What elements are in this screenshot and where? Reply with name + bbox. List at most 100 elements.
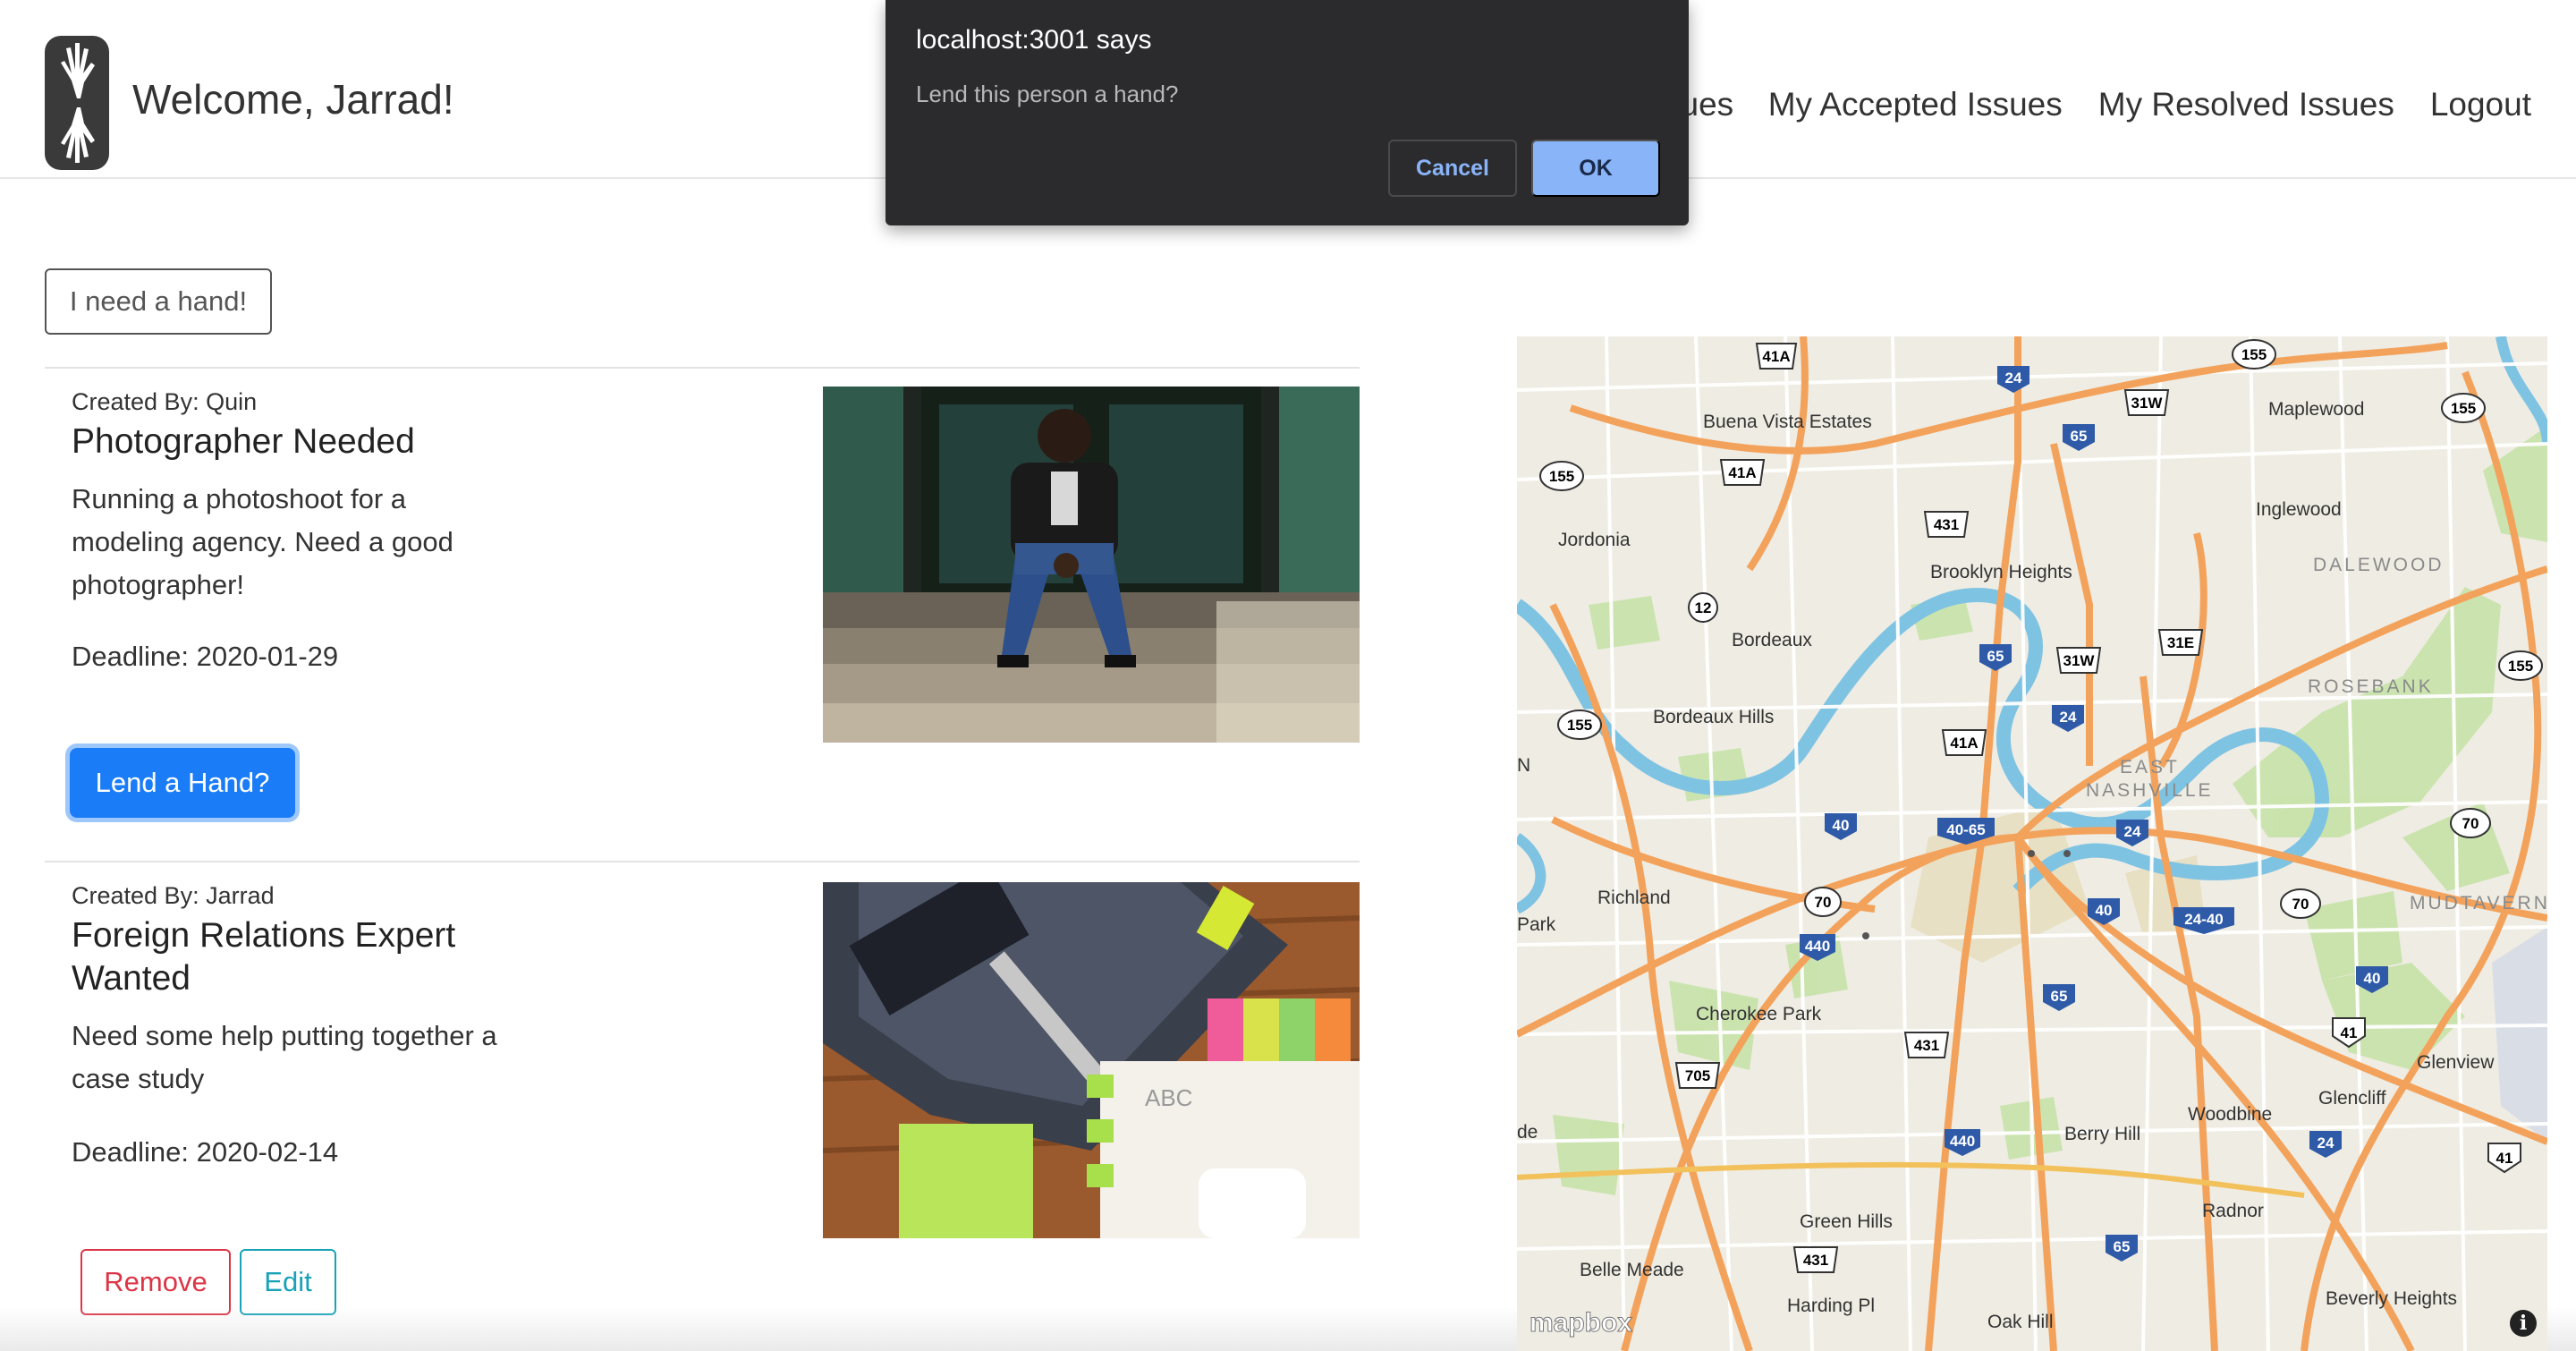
route-shield: 31W	[2123, 389, 2170, 416]
map-label: Harding Pl	[1787, 1296, 1876, 1316]
route-shield: 24	[1997, 366, 2029, 393]
route-shield: 705	[1674, 1062, 1721, 1089]
route-shield: 40	[1825, 813, 1857, 840]
map-label: NASHVILLE	[2086, 780, 2214, 801]
svg-text:24-40: 24-40	[2184, 911, 2223, 928]
svg-text:41A: 41A	[1762, 348, 1790, 365]
map-label: Jordonia	[1558, 530, 1631, 550]
route-shield: 40	[2088, 898, 2120, 925]
svg-text:31W: 31W	[2131, 395, 2164, 412]
mapbox-logo[interactable]: mapbox	[1529, 1308, 1632, 1338]
svg-text:40: 40	[2364, 970, 2381, 987]
svg-text:155: 155	[2508, 658, 2533, 675]
svg-text:70: 70	[2462, 815, 2479, 832]
svg-text:40-65: 40-65	[1946, 821, 1985, 838]
route-shield: 65	[2043, 984, 2075, 1011]
map-label: Maplewood	[2268, 399, 2365, 420]
remove-button[interactable]: Remove	[80, 1249, 231, 1315]
route-shield: 431	[1792, 1246, 1839, 1273]
svg-text:440: 440	[1805, 938, 1830, 955]
route-shield: 41A	[1755, 343, 1798, 370]
confirm-dialog: localhost:3001 says Lend this person a h…	[886, 0, 1689, 225]
dialog-cancel-button[interactable]: Cancel	[1388, 140, 1517, 197]
map-label: ROSEBANK	[2308, 676, 2434, 697]
route-shield: 65	[2063, 424, 2095, 451]
route-shield: 155	[1539, 461, 1584, 491]
issue-description: Running a photoshoot for a modeling agen…	[72, 483, 453, 600]
welcome-message: Welcome, Jarrad!	[132, 76, 454, 123]
route-shield: 31E	[2157, 629, 2204, 656]
map-view[interactable]: 41A 24 155 31W 155 155 41A 65 431 12 65 …	[1517, 336, 2547, 1351]
nav-links: My Accepted Issues My Resolved Issues Lo…	[1768, 86, 2531, 123]
svg-text:31E: 31E	[2167, 634, 2194, 651]
map-label: Woodbine	[2188, 1104, 2273, 1125]
svg-text:31W: 31W	[2063, 652, 2096, 669]
svg-text:41: 41	[2496, 1150, 2513, 1167]
edit-button[interactable]: Edit	[240, 1249, 336, 1315]
issue-created-by: Created By: Jarrad	[72, 882, 275, 909]
map-label: Bordeaux	[1732, 630, 1812, 650]
lend-a-hand-button[interactable]: Lend a Hand?	[70, 748, 295, 818]
map-label: Cherokee Park	[1696, 1004, 1822, 1024]
route-shield: 31W	[2055, 647, 2102, 674]
map-label: N	[1517, 755, 1531, 776]
issue-created-by: Created By: Quin	[72, 388, 258, 415]
route-shield: 70	[1804, 887, 1842, 917]
map-label: Inglewood	[2256, 499, 2342, 520]
issue-title: Photographer Needed	[72, 422, 415, 461]
issue-title: Foreign Relations Expert Wanted	[72, 916, 456, 998]
issue-deadline: Deadline: 2020-01-29	[72, 641, 339, 672]
map-label: Glencliff	[2318, 1088, 2386, 1109]
svg-text:24: 24	[2005, 370, 2022, 387]
svg-text:24: 24	[2318, 1134, 2334, 1151]
map-label: Buena Vista Estates	[1703, 412, 1872, 432]
svg-text:431: 431	[1803, 1252, 1828, 1269]
svg-text:431: 431	[1934, 516, 1959, 533]
svg-text:155: 155	[2451, 400, 2476, 417]
route-shield: 41A	[1941, 729, 1987, 756]
dialog-ok-button[interactable]: OK	[1531, 140, 1660, 197]
route-shield: 65	[1979, 644, 2012, 671]
map-label: de	[1517, 1122, 1538, 1143]
map-label: Green Hills	[1800, 1211, 1893, 1232]
map-label: Berry Hill	[2064, 1124, 2141, 1144]
svg-text:40: 40	[2096, 902, 2113, 919]
route-shield: 65	[2106, 1235, 2138, 1262]
route-shield: 24	[2309, 1131, 2342, 1158]
issue-photo-photographer	[823, 387, 1360, 743]
svg-text:65: 65	[2071, 428, 2088, 445]
route-shield: 12	[1688, 592, 1718, 623]
route-shield: 70	[2450, 808, 2491, 838]
nav-link-logout[interactable]: Logout	[2430, 86, 2531, 123]
route-shield: 24	[2116, 820, 2148, 846]
route-shield: 41A	[1719, 459, 1766, 486]
svg-text:24: 24	[2124, 823, 2141, 840]
svg-text:155: 155	[1567, 717, 1592, 734]
issue-deadline: Deadline: 2020-02-14	[72, 1136, 339, 1168]
svg-text:431: 431	[1914, 1037, 1939, 1054]
map-label: Richland	[1597, 888, 1671, 908]
map-label: Glenview	[2417, 1052, 2495, 1073]
nav-link-accepted-issues[interactable]: My Accepted Issues	[1768, 86, 2063, 123]
map-label: Brooklyn Heights	[1930, 562, 2072, 582]
dialog-title: localhost:3001 says	[916, 25, 1152, 55]
helping-hands-logo[interactable]	[45, 36, 109, 170]
map-label: MUDTAVERN	[2410, 893, 2547, 913]
svg-text:705: 705	[1685, 1067, 1710, 1084]
issue-photo-desk: ABC	[823, 882, 1360, 1238]
route-shield: 431	[1903, 1032, 1950, 1058]
svg-text:65: 65	[2051, 988, 2068, 1005]
issue-description: Need some help putting together a case s…	[72, 1020, 497, 1094]
route-shield: 440	[1945, 1129, 1980, 1156]
map-info-icon[interactable]: i	[2510, 1310, 2537, 1337]
map-label: Belle Meade	[1580, 1260, 1684, 1280]
route-shield: 155	[2232, 339, 2276, 370]
nav-link-resolved-issues[interactable]: My Resolved Issues	[2098, 86, 2394, 123]
route-shield: 155	[1557, 709, 1602, 740]
need-a-hand-button[interactable]: I need a hand!	[45, 268, 272, 335]
dialog-message: Lend this person a hand?	[916, 81, 1179, 107]
route-shield: 431	[1923, 511, 1970, 538]
svg-text:155: 155	[2241, 346, 2267, 363]
map-label: Park	[1517, 914, 1556, 935]
svg-text:440: 440	[1950, 1133, 1975, 1150]
